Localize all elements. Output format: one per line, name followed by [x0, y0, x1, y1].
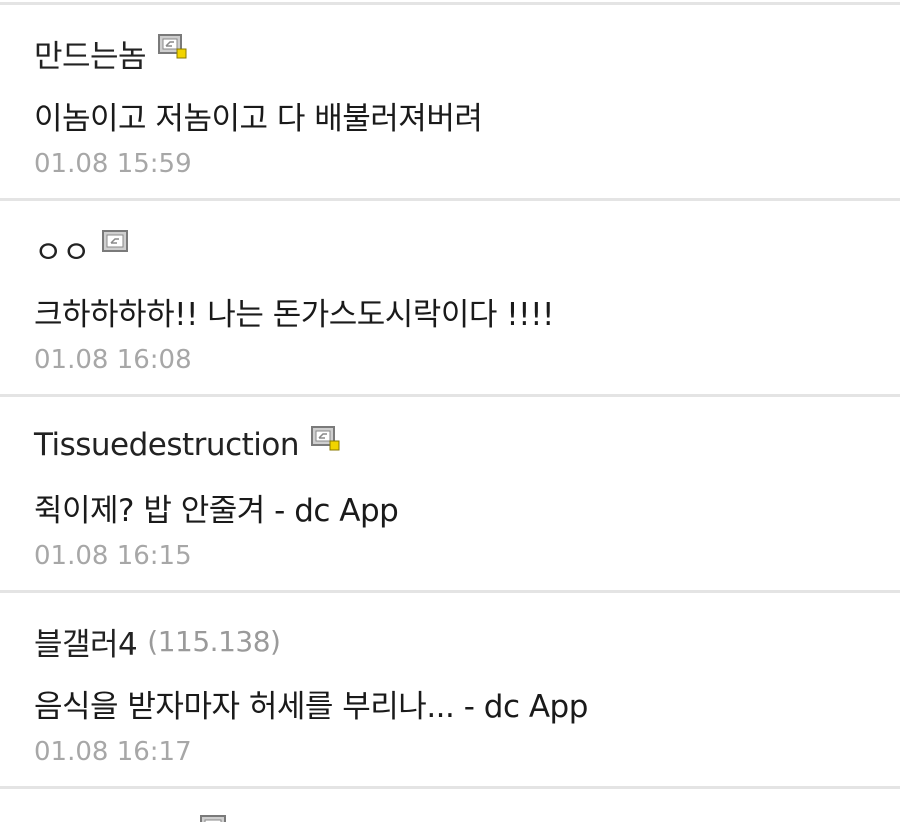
comment-item: ㅇㅇ 크하하하하!! 나는 돈가스도시락이다 !!!! 01.08 16:08: [0, 201, 900, 394]
comment-item: 블갤러4 (115.138) 음식을 받자마자 허세를 부리나... - dc …: [0, 593, 900, 786]
comment-text: 쥑이제? 밥 안줄겨 - dc App: [34, 493, 399, 529]
comment-date: 01.08 16:17: [34, 737, 192, 767]
gallog-icon[interactable]: [311, 426, 341, 452]
comment-author: 블갤러4 (115.138): [34, 619, 281, 664]
comment-text: 크하하하하!! 나는 돈가스도시락이다 !!!!: [34, 297, 554, 333]
comment-nickname[interactable]: 만드는놈: [34, 31, 147, 76]
gallog-icon[interactable]: [158, 34, 188, 60]
comment-text: 음식을 받자마자 허세를 부리나... - dc App: [34, 689, 588, 725]
comment-item: Tissuedestruction 쥑이제? 밥 안줄겨 - dc App 01…: [0, 397, 900, 590]
gallog-icon[interactable]: [200, 815, 230, 822]
comment-author: Tissuedestruction: [34, 423, 341, 467]
comment-nickname[interactable]: ㅇㅇ: [34, 227, 91, 272]
comment-date: 01.08 16:15: [34, 541, 192, 571]
gallog-icon[interactable]: [102, 230, 132, 256]
comment-item: 만드는놈 이놈이고 저놈이고 다 배불러져버려 01.08 15:59: [0, 5, 900, 198]
comment-author: 만드는놈: [34, 31, 188, 75]
comment-text: 이놈이고 저놈이고 다 배불러져버려: [34, 101, 483, 137]
comment-date: 01.08 15:59: [34, 149, 192, 179]
comment-nickname[interactable]: Tissuedestruction: [34, 427, 300, 463]
comment-ip: (115.138): [147, 624, 281, 658]
comment-date: 01.08 16:08: [34, 345, 192, 375]
comment-nickname[interactable]: 블갤러4: [34, 619, 138, 664]
comment-list: 만드는놈 이놈이고 저놈이고 다 배불러져버려 01.08 15:59 ㅇㅇ 크…: [0, 0, 900, 822]
comment-author: ㅇㅇ: [34, 227, 132, 271]
comment-item-partial: [0, 789, 900, 822]
